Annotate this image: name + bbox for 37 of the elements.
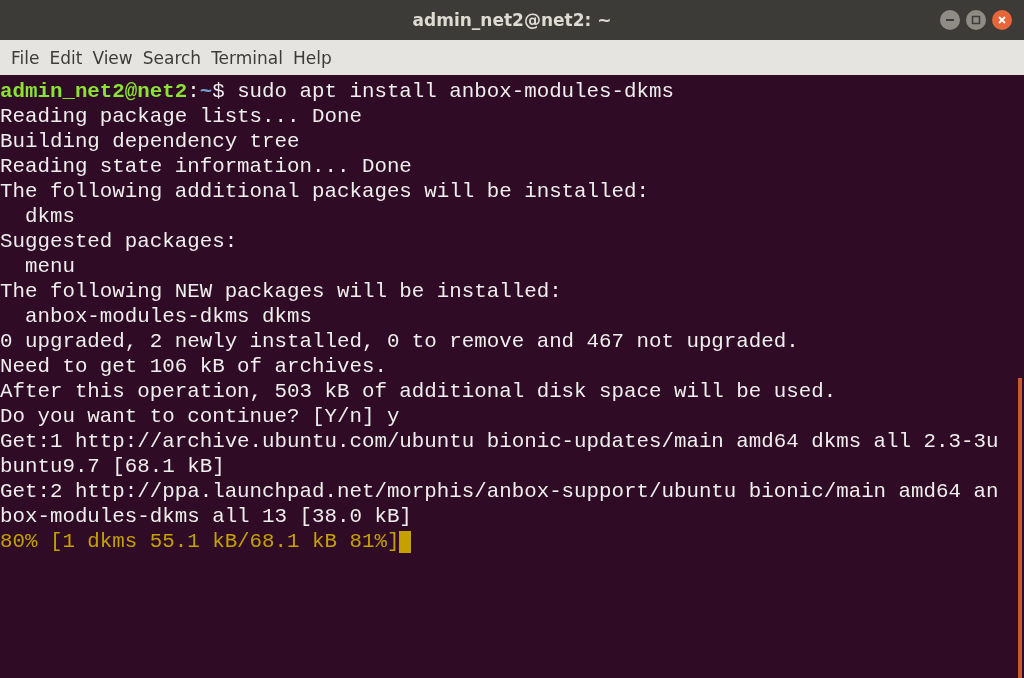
maximize-button[interactable] [966,10,986,30]
minimize-button[interactable] [940,10,960,30]
output-line: Reading state information... Done [0,155,412,178]
prompt-separator: : [187,80,200,103]
output-line: Do you want to continue? [Y/n] y [0,405,400,428]
output-line: dkms [23,205,75,228]
output-line: After this operation, 503 kB of additional disk space will be used. [0,380,837,403]
prompt-path: ~ [199,80,213,103]
output-line: menu [23,255,75,278]
progress-line: 80% [1 dkms 55.1 kB/68.1 kB 81%] [0,530,400,553]
output-line: anbox-modules-dkms dkms [23,305,312,328]
command-text: sudo apt install anbox-modules-dkms [237,80,674,103]
menu-item[interactable]: File [8,47,43,68]
close-icon [997,15,1007,25]
prompt-symbol: $ [212,80,225,103]
menu-item[interactable]: Edit [46,47,86,68]
scrollbar[interactable] [1018,378,1022,678]
maximize-icon [971,15,981,25]
output-line: Suggested packages: [0,230,238,253]
output-line: 0 upgraded, 2 newly installed, 0 to remove and 467 not upgraded. [0,330,799,353]
menu-item[interactable]: Terminal [208,47,286,68]
output-line: Get:2 http://ppa.launchpad.net/morphis/anbox-support/ubuntu bionic/main amd64 an [0,480,999,503]
output-line: The following NEW packages will be installed: [0,280,562,303]
output-line: buntu9.7 [68.1 kB] [0,455,225,478]
output-line: Need to get 106 kB of archives. [0,355,387,378]
output-line: Reading package lists... Done [0,105,362,128]
menu-item[interactable]: View [89,47,136,68]
output-line: The following additional packages will be installed: [0,180,649,203]
window-title: admin_net2@net2: ~ [412,10,612,30]
prompt-user: admin_net2@net2 [0,80,188,103]
output-line: Building dependency tree [0,130,300,153]
menu-item[interactable]: Search [139,47,205,68]
output-line: box-modules-dkms all 13 [38.0 kB] [0,505,412,528]
menu-item[interactable]: Help [289,47,335,68]
cursor [399,530,412,553]
close-button[interactable] [992,10,1012,30]
output-line: Get:1 http://archive.ubuntu.com/ubuntu bionic-updates/main amd64 dkms all 2.3-3u [0,430,999,453]
